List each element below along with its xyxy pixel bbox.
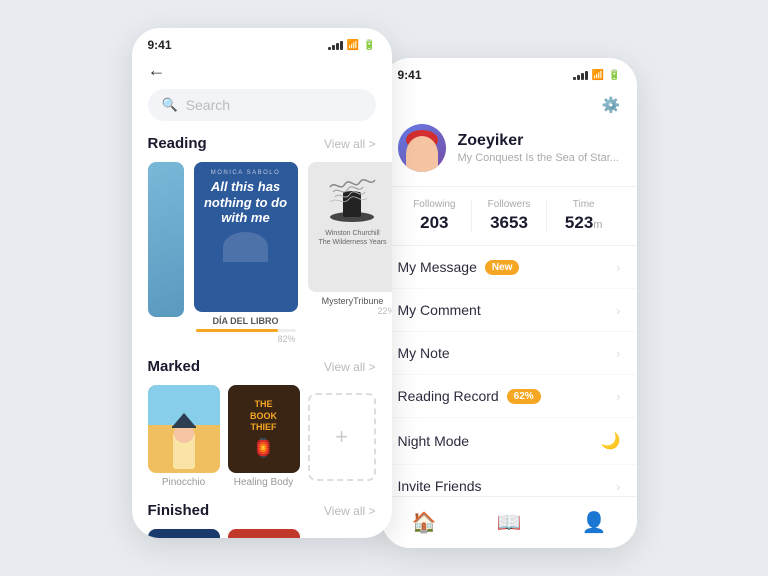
book-figure [223, 232, 268, 262]
menu-item-my-message[interactable]: My Message New › [382, 246, 637, 289]
book-pinocchio[interactable]: Pinocchio [148, 385, 220, 488]
menu-item-my-comment[interactable]: My Comment › [382, 289, 637, 332]
chevron-right-icon-5: › [616, 479, 620, 494]
book-main-title: All this has nothing to do with me [200, 179, 292, 226]
mystery-label: MysteryTribune [308, 296, 392, 306]
right-phone: 9:41 📶 🔋 ⚙️ Zoeyiker My C [382, 58, 637, 548]
profile-top-bar: ⚙️ [398, 96, 621, 114]
phones-container: 9:41 📶 🔋 ← 🔍 Search Reading View all > [132, 28, 637, 548]
book-dia-del-libro[interactable]: MONICA SABOLO All this has nothing to do… [194, 162, 298, 344]
search-icon: 🔍 [162, 97, 178, 113]
time-right: 9:41 [398, 68, 422, 82]
battery-icon: 🔋 [363, 40, 375, 51]
marked-books-row: Pinocchio THEBOOKTHIEF 🏮 Healing Body + [132, 385, 392, 488]
menu-list: My Message New › My Comment › My Note › [382, 246, 637, 508]
book-subtitle: DÍA DEL LIBRO [196, 316, 296, 326]
finished-section-header: Finished View all > [132, 502, 392, 529]
time-label: Time [547, 199, 621, 210]
followers-label: Followers [472, 199, 546, 210]
signal-icon-right [573, 70, 588, 80]
reading-view-all[interactable]: View all > [324, 137, 375, 151]
following-label: Following [398, 199, 472, 210]
nav-home-icon[interactable]: 🏠 [412, 510, 437, 535]
finished-books-row: bird 📕 [132, 529, 392, 538]
stat-following: Following 203 [398, 199, 472, 233]
chevron-right-icon-3: › [616, 346, 620, 361]
status-bar-right: 9:41 📶 🔋 [382, 58, 637, 86]
wifi-icon: 📶 [347, 40, 359, 51]
add-icon: + [335, 424, 348, 450]
night-mode-label: Night Mode [398, 433, 470, 449]
profile-bio: My Conquest Is the Sea of Star... [458, 152, 619, 164]
chevron-right-icon: › [616, 260, 620, 275]
mystery-progress: 22% [308, 306, 392, 316]
time-left: 9:41 [148, 38, 172, 52]
profile-name: Zoeyiker [458, 132, 619, 150]
my-message-label: My Message [398, 259, 477, 275]
nav-profile-icon[interactable]: 👤 [582, 510, 607, 535]
marked-view-all[interactable]: View all > [324, 360, 375, 374]
mystery-hat-illustration [325, 172, 380, 227]
stat-time: Time 523m [546, 199, 621, 233]
finished-book-2[interactable]: 📕 [228, 529, 300, 538]
avatar-face [406, 136, 438, 172]
back-button[interactable]: ← [132, 56, 392, 89]
status-bar-left: 9:41 📶 🔋 [132, 28, 392, 56]
partial-book [148, 162, 184, 317]
profile-header: ⚙️ Zoeyiker My Conquest Is the Sea of St… [382, 86, 637, 187]
signal-icon [328, 40, 343, 50]
invite-friends-label: Invite Friends [398, 478, 482, 494]
marked-section-header: Marked View all > [132, 358, 392, 385]
moon-icon: 🌙 [601, 431, 621, 451]
chevron-right-icon-2: › [616, 303, 620, 318]
time-value: 523m [547, 213, 621, 233]
following-value: 203 [398, 213, 472, 233]
finished-book-1[interactable]: bird [148, 529, 220, 538]
nav-books-icon[interactable]: 📖 [497, 510, 522, 535]
left-phone: 9:41 📶 🔋 ← 🔍 Search Reading View all > [132, 28, 392, 538]
settings-icon[interactable]: ⚙️ [602, 96, 621, 114]
marked-title: Marked [148, 358, 201, 375]
menu-item-night-mode[interactable]: Night Mode 🌙 [382, 418, 637, 465]
new-badge: New [485, 260, 520, 275]
book-author: MONICA SABOLO [211, 170, 281, 176]
search-bar[interactable]: 🔍 Search [148, 89, 376, 121]
stat-followers: Followers 3653 [471, 199, 546, 233]
menu-item-reading-record[interactable]: Reading Record 62% › [382, 375, 637, 418]
finished-view-all[interactable]: View all > [324, 504, 375, 518]
wifi-icon-right: 📶 [592, 70, 604, 81]
lantern-icon: 🏮 [252, 438, 274, 459]
pinocchio-label: Pinocchio [148, 477, 220, 488]
battery-icon-right: 🔋 [608, 70, 620, 81]
search-input[interactable]: Search [186, 97, 230, 113]
status-icons-right: 📶 🔋 [573, 70, 621, 81]
avatar [398, 124, 446, 172]
reading-section-header: Reading View all > [132, 135, 392, 162]
reading-record-label: Reading Record [398, 388, 499, 404]
healing-body-label: Healing Body [228, 477, 300, 488]
menu-item-my-note[interactable]: My Note › [382, 332, 637, 375]
profile-info: Zoeyiker My Conquest Is the Sea of Star.… [398, 124, 621, 172]
healing-book-title-cover: THEBOOKTHIEF [250, 399, 277, 434]
add-book-button[interactable]: + [308, 393, 376, 481]
chevron-right-icon-4: › [616, 389, 620, 404]
status-icons-left: 📶 🔋 [328, 40, 376, 51]
my-comment-label: My Comment [398, 302, 481, 318]
profile-text: Zoeyiker My Conquest Is the Sea of Star.… [458, 132, 619, 164]
my-note-label: My Note [398, 345, 450, 361]
followers-value: 3653 [472, 213, 546, 233]
finished-title: Finished [148, 502, 210, 519]
reading-title: Reading [148, 135, 207, 152]
stats-row: Following 203 Followers 3653 Time 523m [382, 187, 637, 246]
bottom-nav: 🏠 📖 👤 [382, 496, 637, 548]
reading-record-badge: 62% [507, 389, 541, 404]
reading-progress-fill [196, 329, 278, 332]
reading-progress-label: 82% [196, 334, 296, 344]
book-mystery-tribune[interactable]: Winston ChurchillThe Wilderness Years My… [308, 162, 392, 316]
book-healing-body[interactable]: THEBOOKTHIEF 🏮 Healing Body [228, 385, 300, 488]
mystery-book-title: Winston ChurchillThe Wilderness Years [318, 229, 386, 247]
